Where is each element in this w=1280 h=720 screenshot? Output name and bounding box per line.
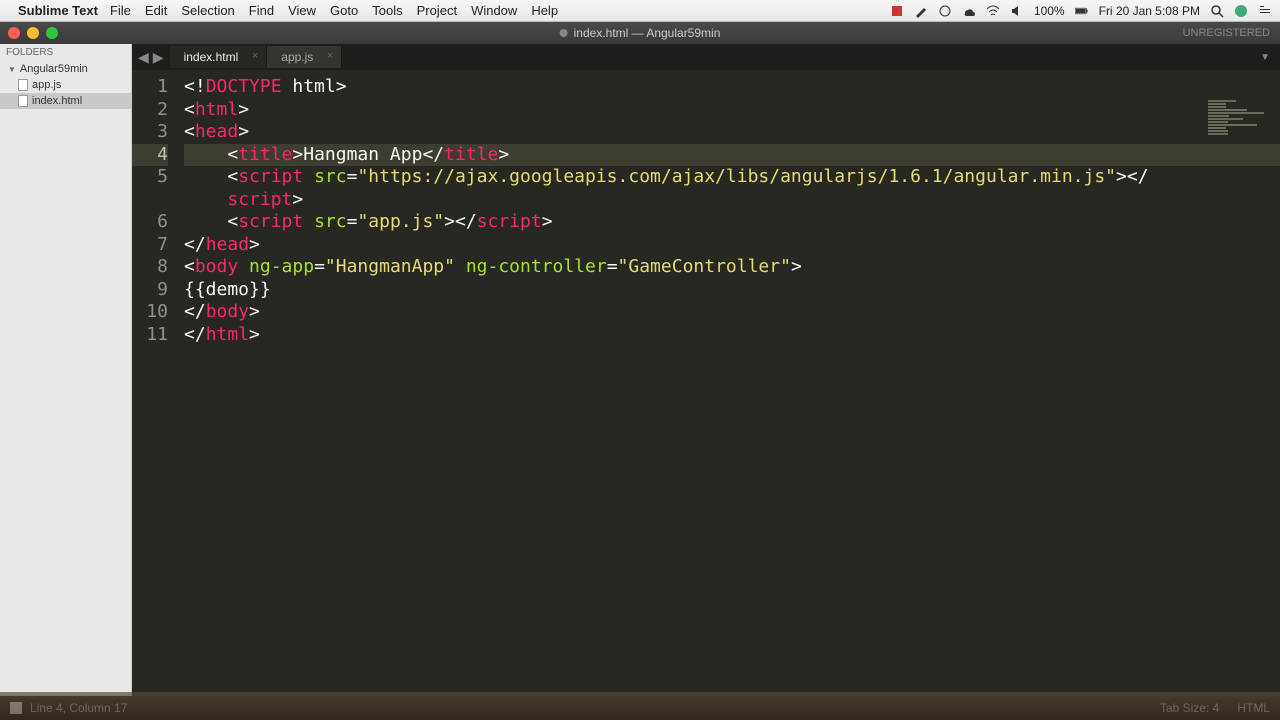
- folder-label: Angular59min: [20, 63, 88, 75]
- file-icon: [18, 79, 28, 91]
- window-maximize-button[interactable]: [46, 27, 58, 39]
- window-title: index.html — Angular59min: [574, 26, 721, 40]
- menu-selection[interactable]: Selection: [181, 3, 234, 18]
- window-titlebar: index.html — Angular59min UNREGISTERED: [0, 22, 1280, 44]
- sidebar-header: FOLDERS: [0, 44, 131, 61]
- datetime[interactable]: Fri 20 Jan 5:08 PM: [1099, 4, 1200, 18]
- tab-overflow-icon[interactable]: ▼: [1260, 52, 1280, 63]
- pen-icon[interactable]: [914, 4, 928, 18]
- unregistered-label: UNREGISTERED: [1183, 27, 1270, 39]
- code-content[interactable]: <!DOCTYPE html><html><head> <title>Hangm…: [180, 70, 1280, 696]
- tab-close-icon[interactable]: ×: [252, 50, 258, 62]
- menu-goto[interactable]: Goto: [330, 3, 358, 18]
- sidebar: FOLDERS ▼ Angular59min app.js index.html: [0, 44, 132, 696]
- clock-icon[interactable]: [938, 4, 952, 18]
- menu-tools[interactable]: Tools: [372, 3, 402, 18]
- spotlight-icon[interactable]: [1210, 4, 1224, 18]
- line-gutter: 1234567891011: [132, 70, 180, 696]
- menu-edit[interactable]: Edit: [145, 3, 167, 18]
- menu-find[interactable]: Find: [249, 3, 274, 18]
- macos-menubar: Sublime Text File Edit Selection Find Vi…: [0, 0, 1280, 22]
- tab-label: index.html: [184, 50, 239, 64]
- macos-dock[interactable]: [0, 692, 1280, 720]
- tab-bar: ◀ ▶ index.html × app.js × ▼: [132, 44, 1280, 70]
- tab-close-icon[interactable]: ×: [327, 50, 333, 62]
- code-area[interactable]: 1234567891011 <!DOCTYPE html><html><head…: [132, 70, 1280, 696]
- tab-appjs[interactable]: app.js ×: [267, 46, 342, 68]
- modified-indicator-icon: [560, 29, 568, 37]
- menu-window[interactable]: Window: [471, 3, 517, 18]
- menu-project[interactable]: Project: [417, 3, 457, 18]
- tab-indexhtml[interactable]: index.html ×: [170, 46, 268, 68]
- siri-icon[interactable]: [1234, 4, 1248, 18]
- sidebar-folder[interactable]: ▼ Angular59min: [0, 61, 131, 77]
- menu-file[interactable]: File: [110, 3, 131, 18]
- minimap[interactable]: [1208, 100, 1278, 140]
- record-icon[interactable]: [890, 4, 904, 18]
- sidebar-file-appjs[interactable]: app.js: [0, 77, 131, 93]
- file-icon: [18, 95, 28, 107]
- nav-back-icon[interactable]: ◀: [138, 49, 149, 66]
- app-name[interactable]: Sublime Text: [18, 3, 98, 18]
- battery-percent[interactable]: 100%: [1034, 4, 1065, 18]
- file-label: app.js: [32, 79, 61, 91]
- volume-icon[interactable]: [1010, 4, 1024, 18]
- window-close-button[interactable]: [8, 27, 20, 39]
- file-label: index.html: [32, 95, 82, 107]
- wifi-icon[interactable]: [986, 4, 1000, 18]
- menu-help[interactable]: Help: [531, 3, 558, 18]
- notification-icon[interactable]: [1258, 4, 1272, 18]
- tab-label: app.js: [281, 50, 313, 64]
- menu-view[interactable]: View: [288, 3, 316, 18]
- sidebar-file-indexhtml[interactable]: index.html: [0, 93, 131, 109]
- editor: ◀ ▶ index.html × app.js × ▼ 123456789101…: [132, 44, 1280, 696]
- nav-forward-icon[interactable]: ▶: [153, 49, 164, 66]
- chevron-down-icon: ▼: [8, 65, 16, 74]
- battery-icon[interactable]: [1075, 4, 1089, 18]
- window-minimize-button[interactable]: [27, 27, 39, 39]
- cloud-icon[interactable]: [962, 4, 976, 18]
